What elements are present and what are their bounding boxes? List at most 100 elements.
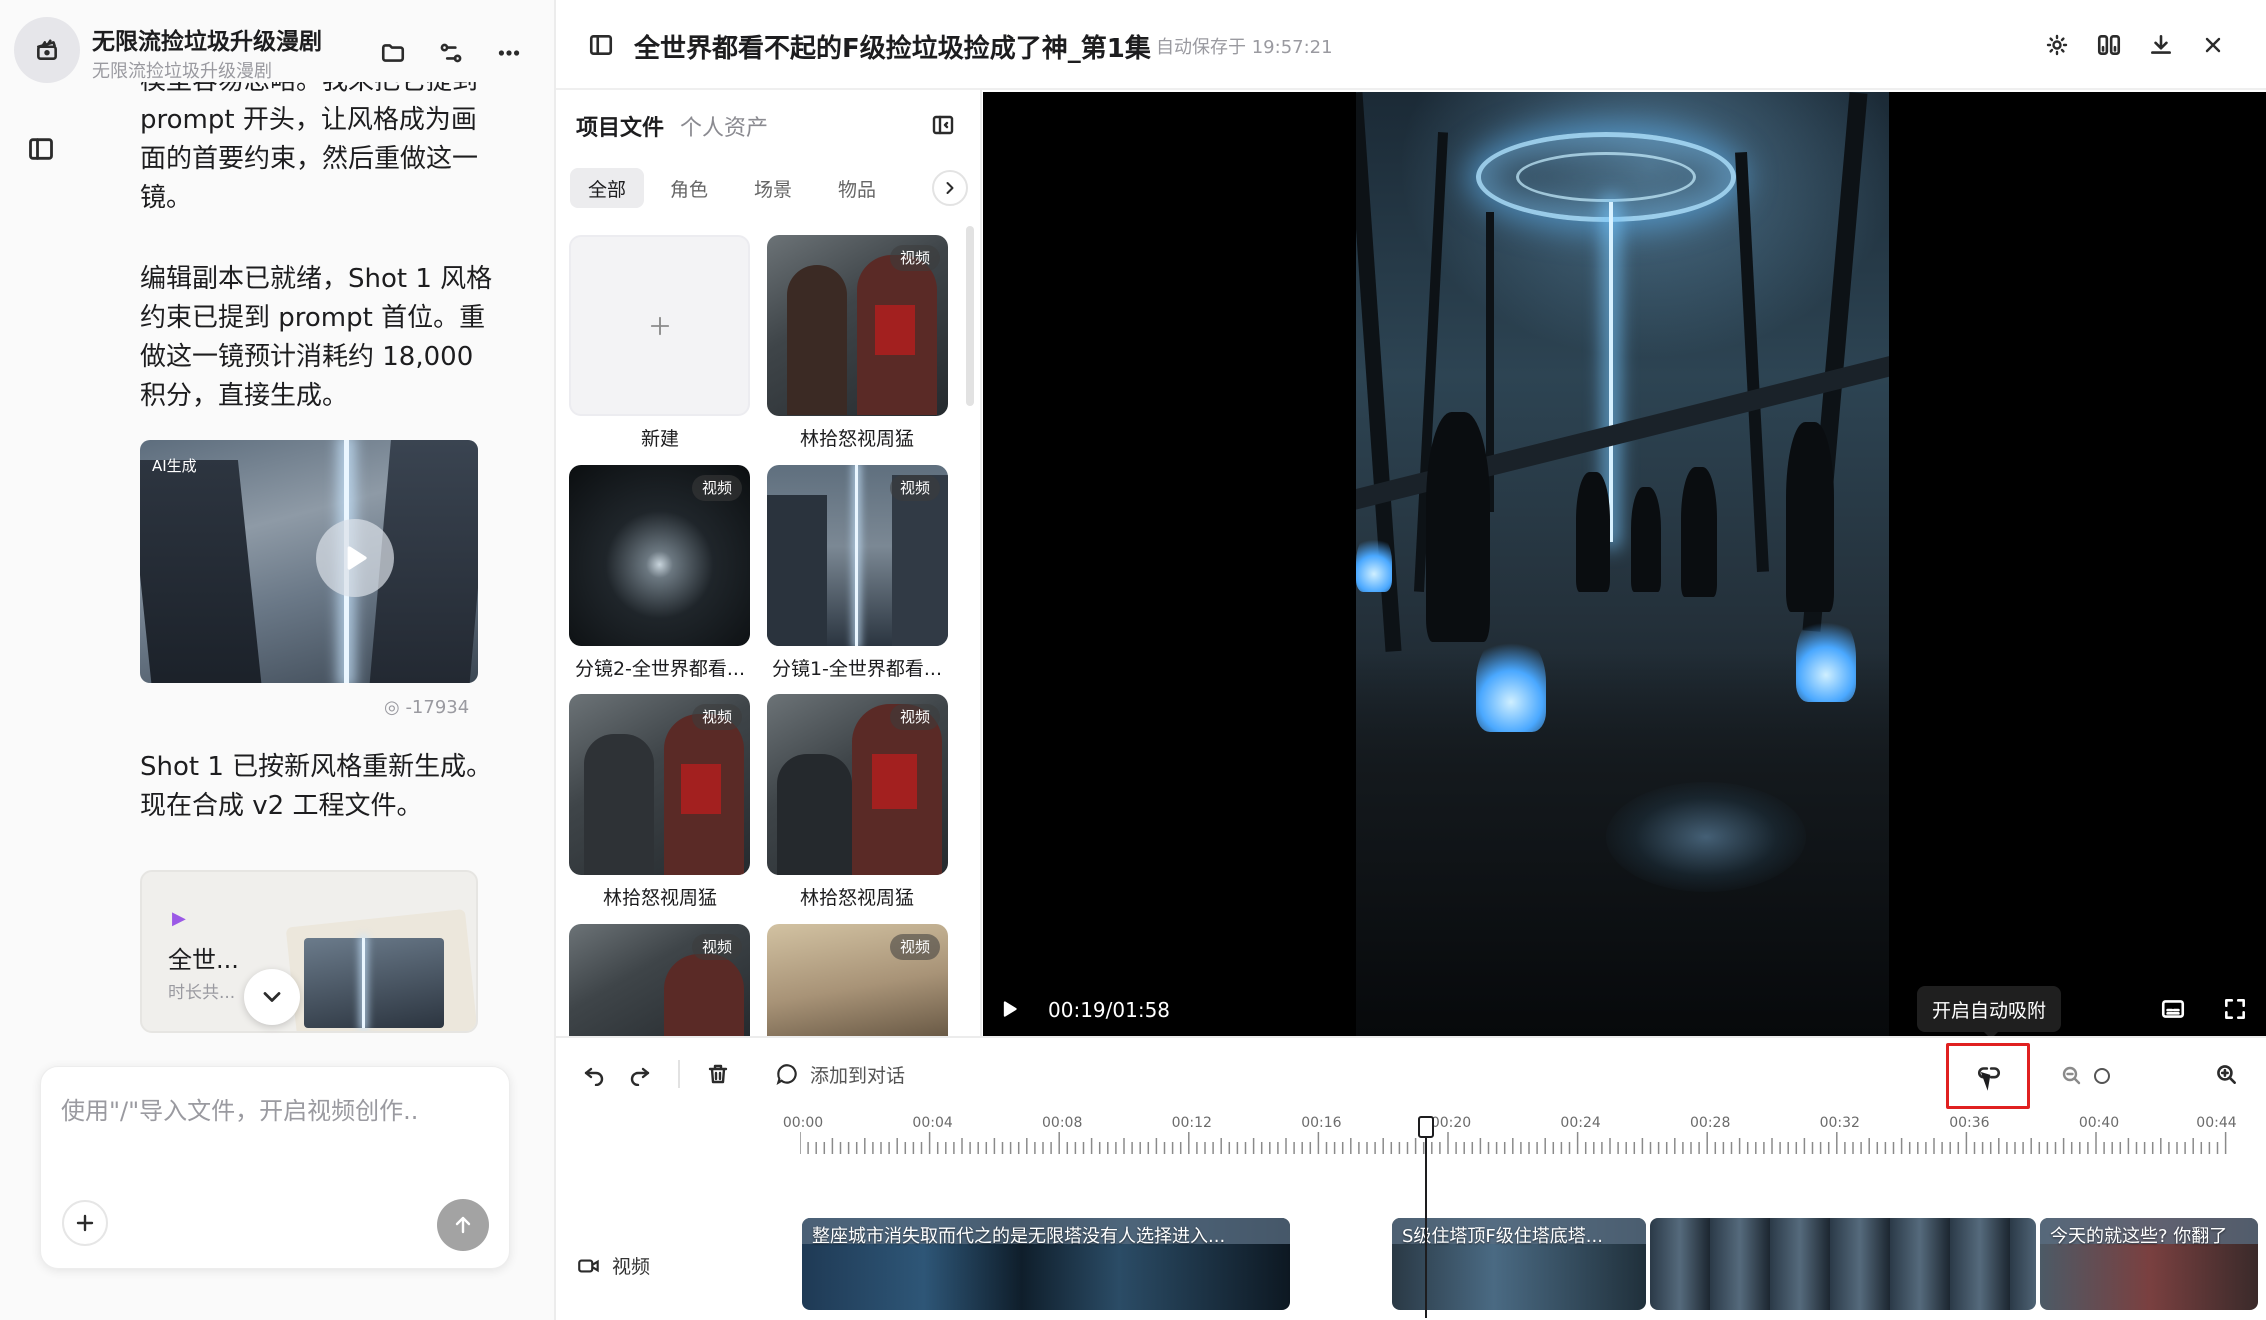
assets-scrollbar[interactable] (966, 226, 974, 406)
ruler-label: 00:36 (1949, 1115, 1990, 1131)
filter-character[interactable]: 角色 (652, 168, 726, 208)
video-frame (1356, 92, 1889, 1036)
building-shape (140, 460, 263, 683)
episode-title: 全世界都看不起的F级捡垃圾捡成了神_第1集 (634, 34, 1151, 64)
asset-label: 林拾怒视周猛 (799, 887, 914, 909)
chevron-right-icon (946, 182, 954, 194)
chat-input-box: 使用"/"导入文件，开启视频创作.. (40, 1066, 510, 1269)
zoom-in-button[interactable] (2210, 1058, 2242, 1090)
folder-icon (381, 44, 405, 62)
redo-button[interactable] (624, 1058, 656, 1090)
filter-scene[interactable]: 场景 (736, 168, 810, 208)
asset-tile[interactable]: 视频 (767, 924, 948, 1036)
project-file-card[interactable]: ▶ 全世... 时长共... (140, 870, 478, 1033)
zoom-slider-handle[interactable] (2094, 1068, 2110, 1084)
toggle-panel-button[interactable] (584, 28, 618, 62)
asset-tile[interactable]: 视频 (569, 694, 750, 875)
figure-shape (584, 734, 654, 875)
chat-input[interactable]: 使用"/"导入文件，开启视频创作.. (61, 1091, 418, 1126)
ruler-label: 00:44 (2196, 1115, 2237, 1131)
zoom-in-icon (2217, 1065, 2236, 1084)
timeline-clip[interactable]: 今天的就这些? 你翻了 (2040, 1218, 2258, 1310)
time-ruler[interactable] (800, 1130, 2252, 1156)
fullscreen-button[interactable] (2220, 994, 2250, 1024)
asset-tile[interactable]: 视频 (569, 465, 750, 646)
blue-flame (1796, 612, 1856, 702)
credit-cost: ◎ -17934 (384, 697, 469, 718)
timeline-clip[interactable]: 整座城市消失取而代之的是无限塔没有人选择进入... (802, 1218, 1290, 1310)
more-button[interactable] (492, 36, 526, 70)
video-badge: 视频 (691, 475, 742, 501)
tab-project-files[interactable]: 项目文件 (576, 110, 664, 142)
play-pause-button[interactable] (996, 996, 1022, 1022)
lightning-bolt (1609, 202, 1613, 542)
download-button[interactable] (2144, 28, 2178, 62)
collapse-panel-button[interactable] (926, 108, 960, 142)
attach-button[interactable] (62, 1200, 108, 1246)
ai-video-thumbnail[interactable]: AI生成 (140, 440, 478, 683)
zombie-figure (1631, 487, 1661, 592)
figure-shape (777, 754, 852, 875)
asset-tile[interactable]: 视频 (569, 924, 750, 1036)
share-icon (440, 43, 462, 63)
add-to-chat-button[interactable]: 添加到对话 (774, 1058, 905, 1090)
add-to-chat-label: 添加到对话 (810, 1064, 906, 1087)
clapperboard-icon (37, 39, 57, 60)
video-badge: 视频 (691, 934, 742, 960)
app-window: 无限流捡垃圾升级漫剧 无限流捡垃圾升级漫剧 模型容易忽略。我来把它提到 prom… (0, 0, 2266, 1320)
tab-personal-assets[interactable]: 个人资产 (680, 110, 768, 142)
light-beam (362, 938, 365, 1028)
track-label: 视频 (612, 1256, 651, 1278)
expand-button[interactable] (244, 969, 300, 1025)
folder-button[interactable] (376, 36, 410, 70)
sidebar-icon (589, 35, 613, 55)
red-shirt (875, 305, 915, 355)
file-card-preview (304, 938, 444, 1028)
red-shirt (681, 764, 721, 814)
chat-message-text: 模型容易忽略。我来把它提到 prompt 开头，让风格成为画面的首要约束，然后重… (140, 82, 479, 213)
ruler-label: 00:20 (1430, 1115, 1472, 1131)
theme-button[interactable] (2040, 28, 2074, 62)
video-track-header: 视频 (576, 1252, 650, 1279)
timeline-clip[interactable]: S级住塔顶F级住塔底塔... (1392, 1218, 1646, 1310)
clip-caption: 今天的就这些? 你翻了 (2050, 1226, 2228, 1247)
new-asset-tile[interactable] (569, 235, 750, 416)
coin-icon: ◎ (384, 697, 406, 718)
asset-tile[interactable]: 视频 (767, 235, 948, 416)
share-button[interactable] (434, 36, 468, 70)
ruler-label: 00:04 (912, 1115, 953, 1131)
compare-button[interactable] (2092, 28, 2126, 62)
project-avatar[interactable] (14, 17, 80, 83)
playhead-handle[interactable] (1418, 1116, 1434, 1138)
play-icon (1003, 1001, 1017, 1017)
playhead[interactable] (1425, 1118, 1427, 1318)
undo-button[interactable] (578, 1058, 610, 1090)
zombie-figure (1576, 472, 1610, 592)
video-badge: 视频 (889, 934, 940, 960)
close-button[interactable] (2196, 28, 2230, 62)
file-card-title: 全世... (168, 946, 239, 974)
subtitles-button[interactable] (2158, 994, 2188, 1024)
collapse-icon (932, 115, 954, 135)
asset-label: 林拾怒视周猛 (799, 428, 914, 450)
redo-icon (630, 1067, 650, 1086)
timeline-clip[interactable] (1650, 1218, 2036, 1310)
filter-all[interactable]: 全部 (570, 168, 644, 208)
asset-tile[interactable]: 视频 (767, 465, 948, 646)
asset-tile[interactable]: 视频 (767, 694, 948, 875)
project-name: 无限流捡垃圾升级漫剧 (92, 29, 322, 55)
light-beam (855, 465, 858, 646)
toggle-sidebar-button[interactable] (24, 132, 58, 166)
filters-next-button[interactable] (932, 170, 968, 206)
delete-button[interactable] (702, 1058, 734, 1090)
filter-item[interactable]: 物品 (820, 168, 894, 208)
zoom-out-button[interactable] (2056, 1060, 2086, 1090)
send-button[interactable] (437, 1199, 489, 1251)
clip-caption: S级住塔顶F级住塔底塔... (1402, 1226, 1603, 1247)
play-button[interactable] (316, 519, 394, 597)
video-badge: 视频 (889, 475, 940, 501)
purple-play-icon: ▶ (172, 908, 186, 929)
ruler-label: 00:16 (1301, 1115, 1342, 1131)
asset-label: 新建 (640, 428, 679, 450)
more-dots-icon (498, 50, 520, 56)
